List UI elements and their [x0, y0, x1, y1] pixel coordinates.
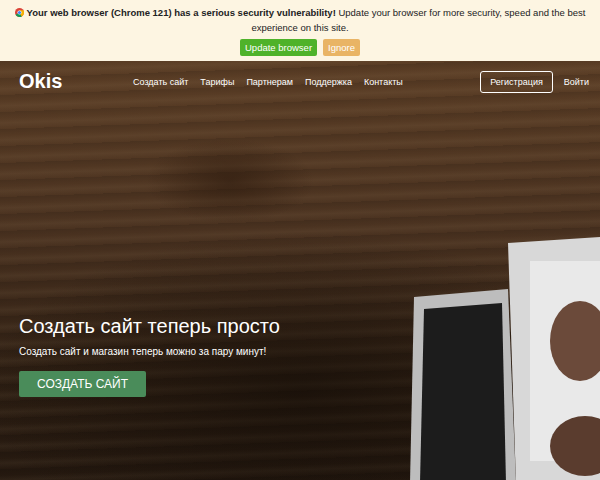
chrome-icon [15, 8, 24, 17]
hero: OkisСоздать сайт Тарифы Партнерам Поддержка… [0, 61, 600, 480]
logo[interactable]: Okis [19, 70, 133, 93]
nav-link[interactable]: Тарифы [200, 77, 234, 87]
nav-link[interactable]: Контакты [364, 77, 403, 87]
login-link[interactable]: Войти [564, 77, 589, 87]
update-browser-button[interactable]: Update browser [240, 39, 317, 56]
laptop-photo [410, 231, 600, 480]
create-site-button[interactable]: СОЗДАТЬ САЙТ [19, 371, 146, 397]
ignore-button[interactable]: Ignore [323, 39, 360, 56]
hero-subtitle: Создать сайт и магазин теперь можно за п… [19, 345, 581, 359]
alert-text: Your web browser (Chrome 121) has a seri… [27, 7, 336, 18]
hero-title: Создать сайт теперь просто [19, 314, 581, 338]
banner-text: Your web browser (Chrome 121) has a seri… [10, 5, 590, 35]
update-banner: Your web browser (Chrome 121) has a seri… [0, 0, 600, 61]
nav-links: Создать сайт Тарифы Партнерам Поддержка Конт… [133, 77, 480, 87]
top-nav: OkisСоздать сайт Тарифы Партнерам Поддержка… [0, 61, 600, 93]
nav-link[interactable]: Создать сайт [133, 77, 188, 87]
hero-content: Создать сайт теперь просто Создать сайт и… [0, 314, 600, 480]
register-button[interactable]: Регистрация [480, 71, 553, 93]
nav-link[interactable]: Партнерам [246, 77, 293, 87]
nav-link[interactable]: Поддержка [305, 77, 352, 87]
banner-buttons: Update browser Ignore [240, 39, 360, 56]
